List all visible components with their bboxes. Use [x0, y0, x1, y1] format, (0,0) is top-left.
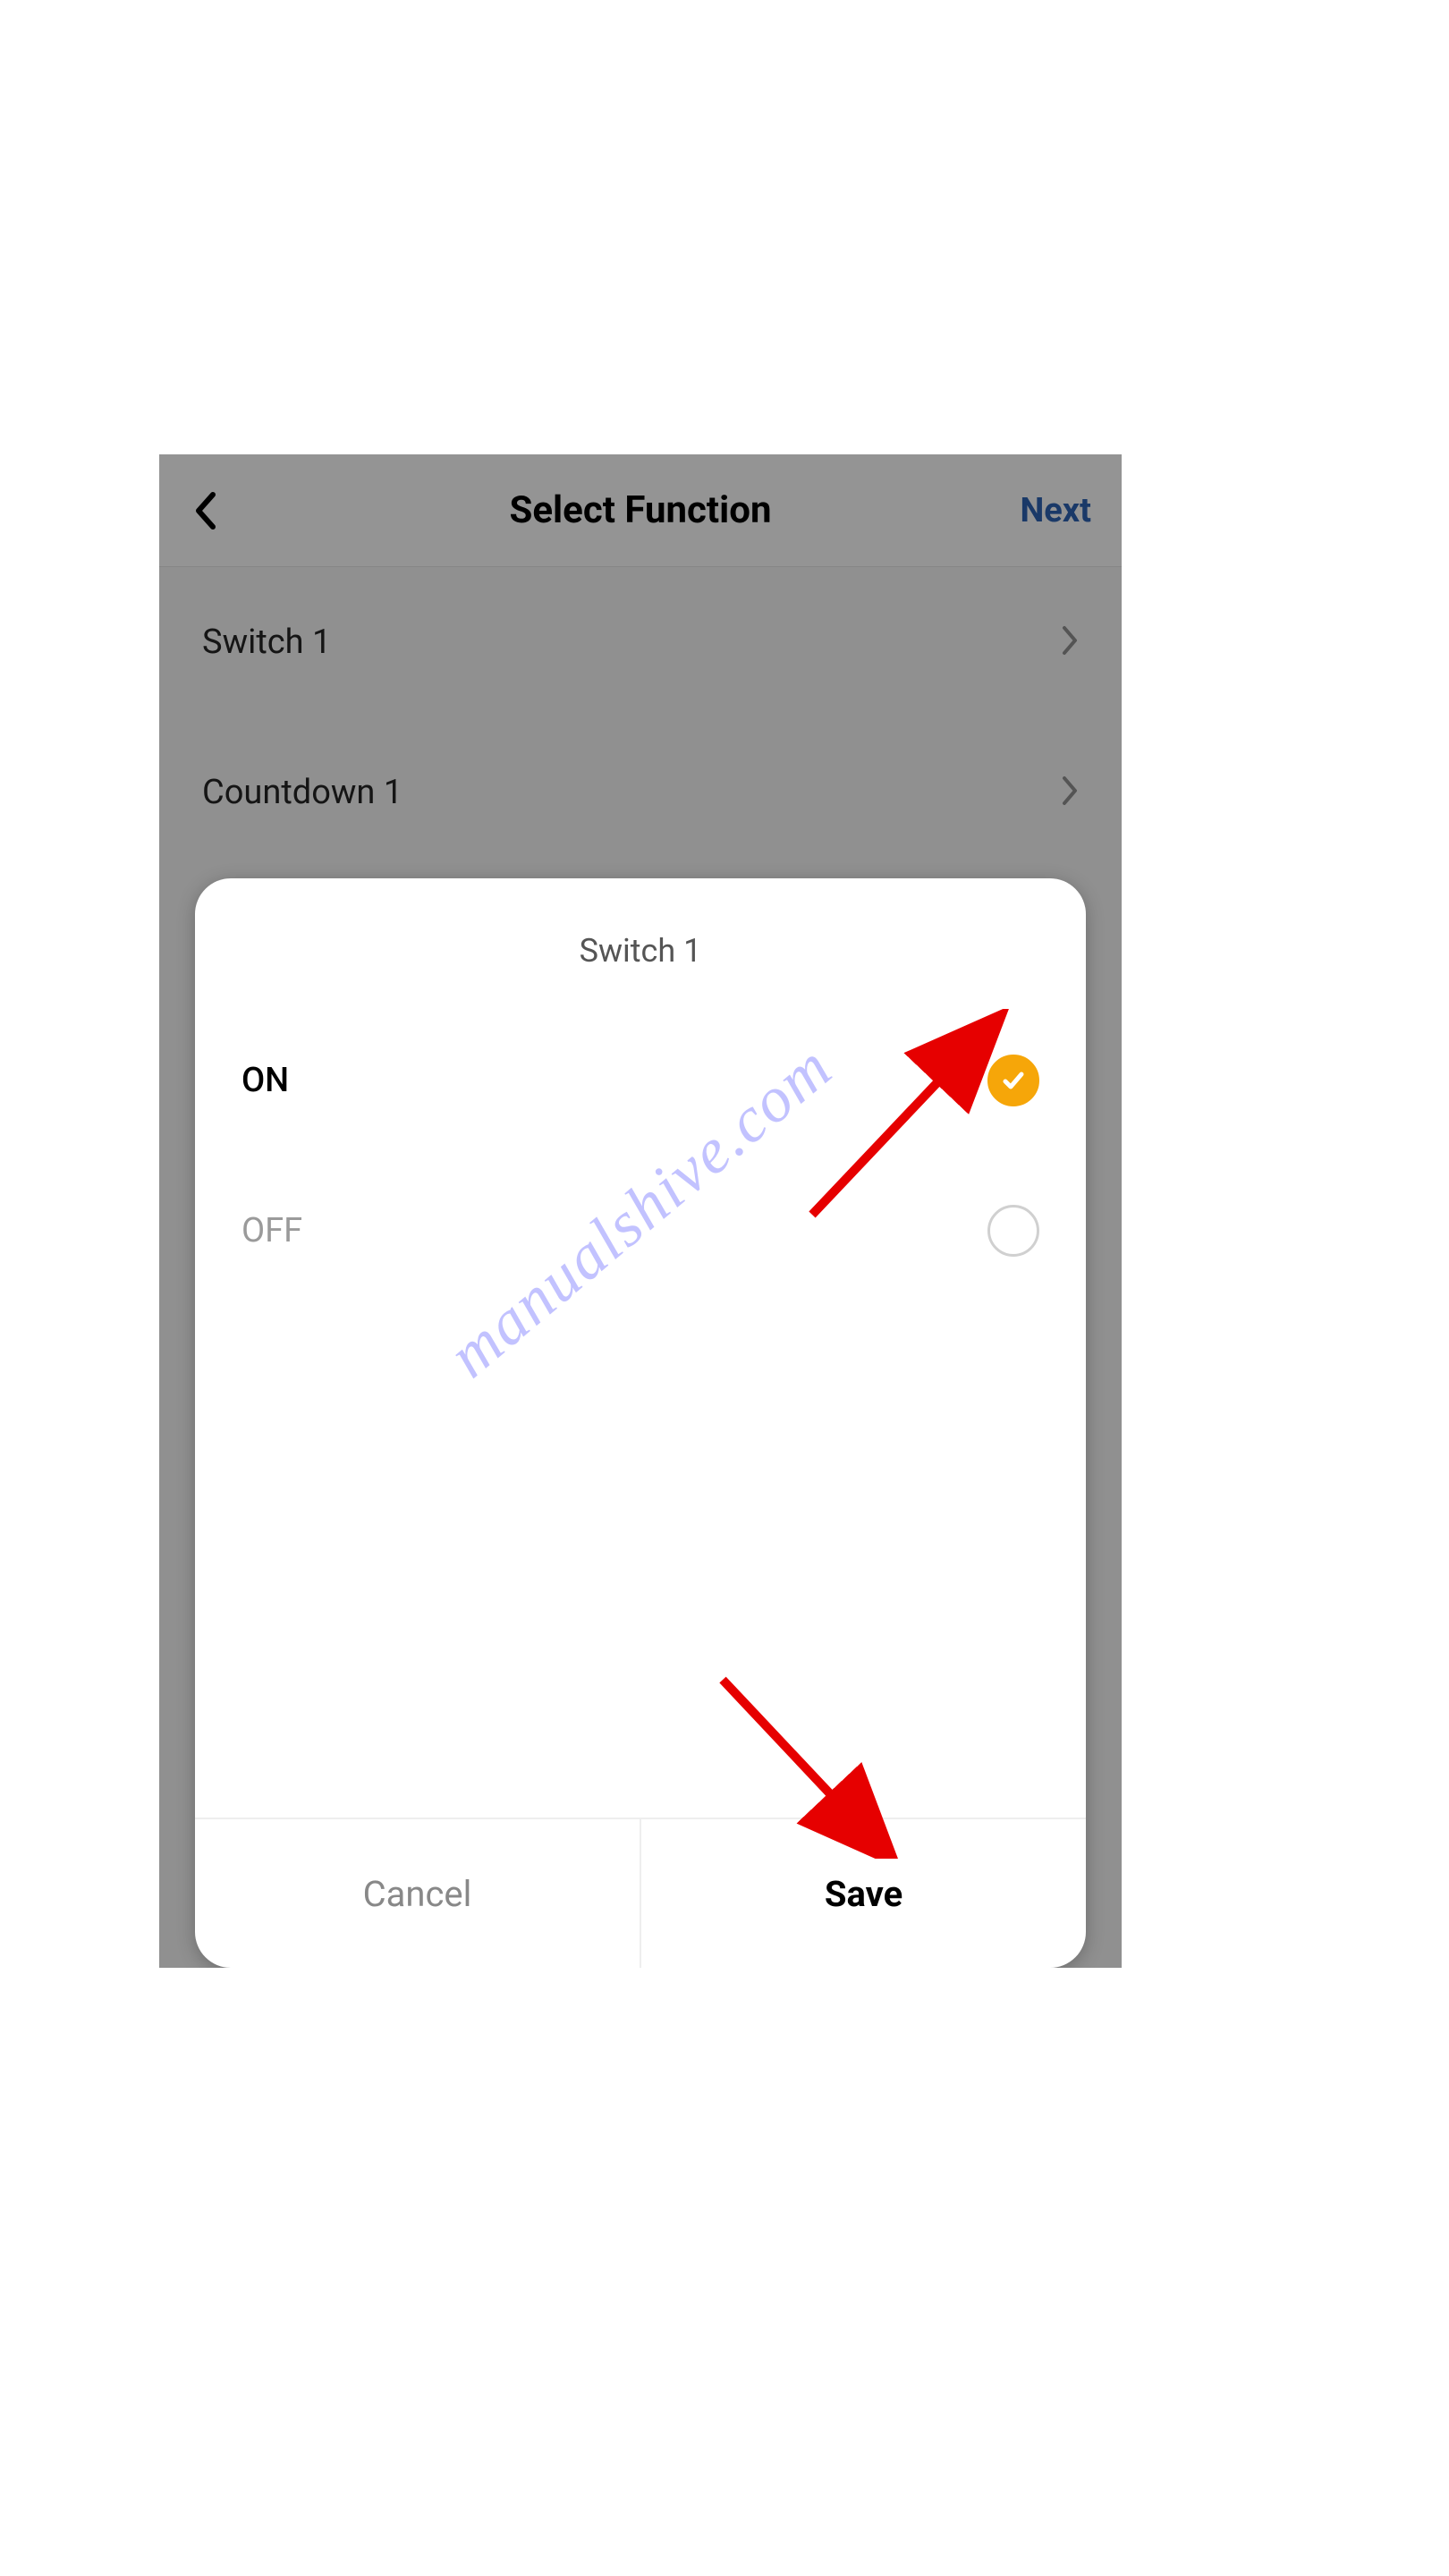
chevron-right-icon [1061, 775, 1079, 810]
list-item-label: Switch 1 [202, 623, 331, 662]
back-chevron-icon [193, 491, 218, 530]
list-item-label: Countdown 1 [202, 773, 402, 812]
option-label: OFF [242, 1211, 302, 1250]
option-on[interactable]: ON [242, 1005, 1039, 1156]
list-item-countdown-1[interactable]: Countdown 1 [159, 717, 1122, 868]
list-item-switch-1[interactable]: Switch 1 [159, 567, 1122, 717]
radio-selected[interactable] [987, 1055, 1039, 1106]
cancel-button[interactable]: Cancel [195, 1819, 641, 1968]
option-off[interactable]: OFF [242, 1156, 1039, 1306]
checkmark-icon [1000, 1067, 1027, 1094]
modal-title: Switch 1 [195, 878, 1086, 1005]
modal-options: ON OFF [195, 1005, 1086, 1818]
chevron-right-icon [1061, 624, 1079, 660]
next-button[interactable]: Next [1020, 491, 1091, 530]
radio-unselected[interactable] [987, 1205, 1039, 1257]
modal-buttons: Cancel Save [195, 1818, 1086, 1968]
switch-modal: Switch 1 ON OFF Cancel Save [195, 878, 1086, 1968]
app-header: Select Function Next [159, 454, 1122, 567]
option-label: ON [242, 1061, 289, 1100]
save-button[interactable]: Save [641, 1819, 1086, 1968]
page-title: Select Function [510, 488, 772, 532]
function-list: Switch 1 Countdown 1 [159, 567, 1122, 868]
back-button[interactable] [186, 491, 225, 530]
phone-screenshot: Select Function Next Switch 1 Countdown … [159, 454, 1122, 1968]
